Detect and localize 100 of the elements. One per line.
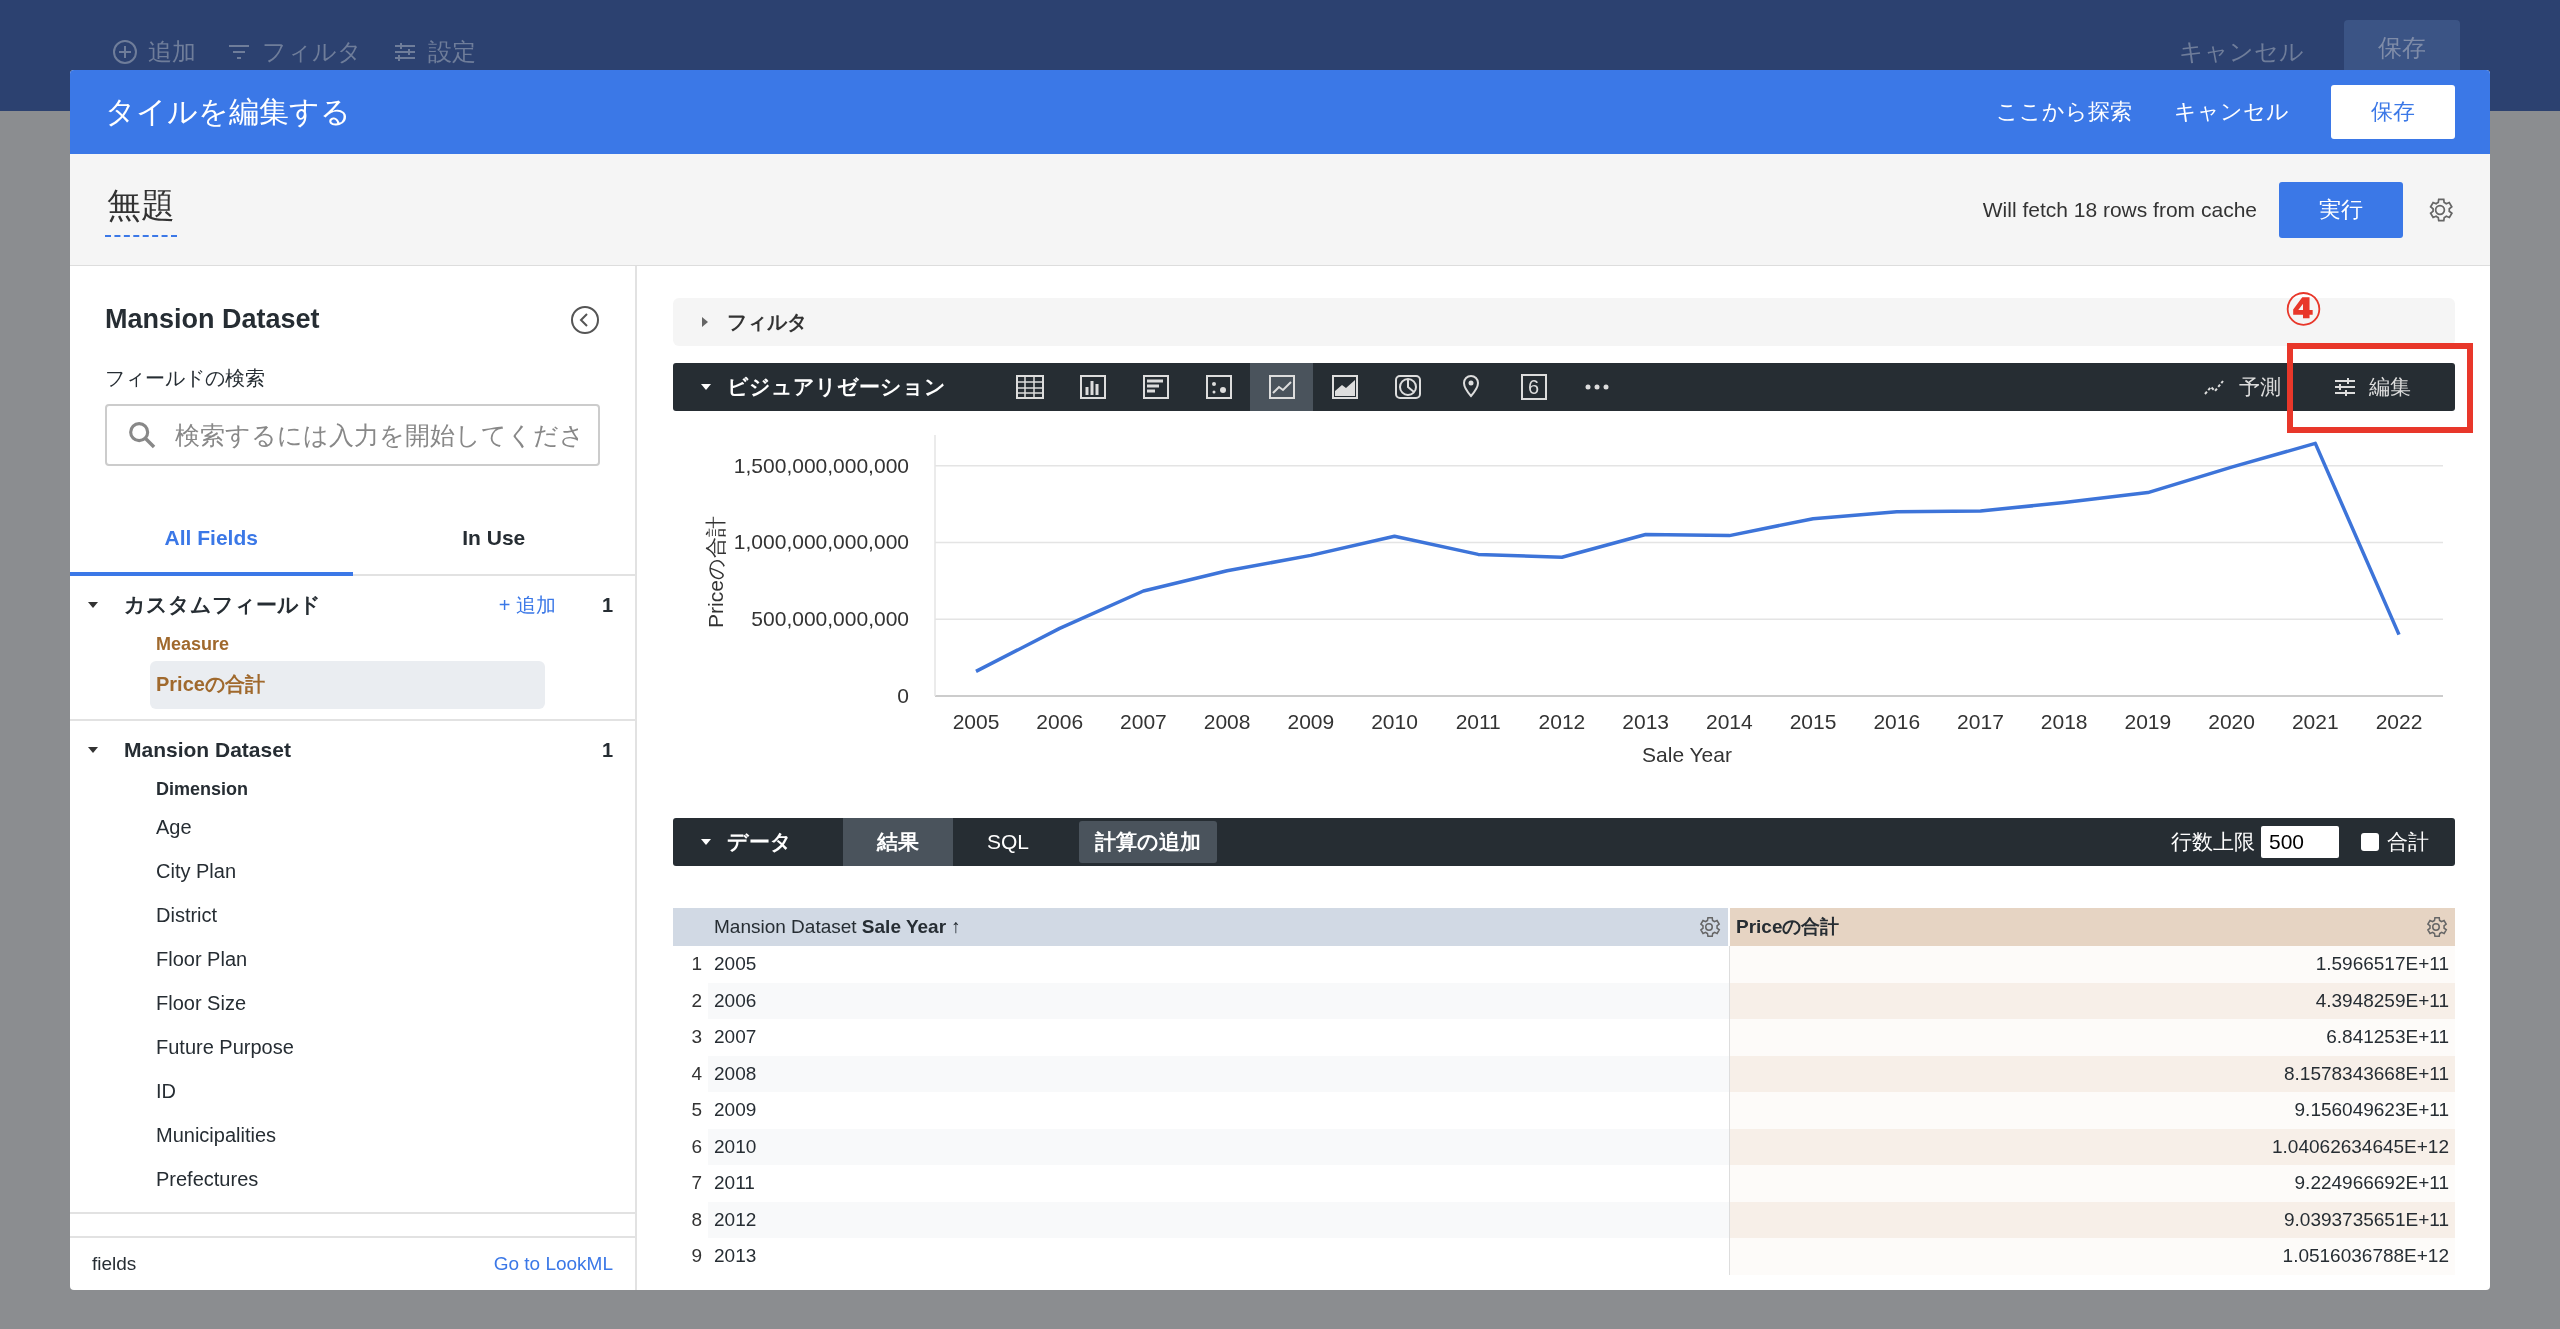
field-item[interactable]: Age [70,806,635,850]
field-item[interactable]: City Plan [70,850,635,894]
table-icon [1014,373,1045,401]
row-number: 4 [690,1062,703,1085]
table-cell: 2012 [708,1201,1730,1238]
field-count: 1 [601,593,613,617]
dialog-title: タイルを編集する [105,93,351,130]
x-tick-label: 2020 [2208,710,2255,733]
x-tick-label: 2017 [1957,710,2004,733]
sidebar-title: Mansion Dataset [105,304,320,335]
forecast-button[interactable]: 予測 [2177,373,2307,401]
field-item[interactable]: District [70,894,635,938]
x-tick-label: 2014 [1706,710,1753,733]
table-cell: 1.04062634645E+12 [1730,1128,2455,1165]
row-number: 8 [690,1208,703,1231]
y-tick-label: 1,500,000,000,000 [733,453,909,477]
table-cell: 9.0393735651E+11 [1730,1201,2455,1238]
scatter-chart-icon [1204,373,1233,401]
field-item[interactable]: Floor Size [70,982,635,1026]
totals-checkbox[interactable]: 合計 [2361,828,2429,856]
cache-note: Will fetch 18 rows from cache [1982,197,2257,222]
y-tick-label: 1,000,000,000,000 [733,530,909,554]
x-tick-label: 2007 [1120,710,1167,733]
row-limit-label: 行数上限 [2171,829,2255,855]
y-tick-label: 500,000,000,000 [751,607,909,631]
chart-type-button[interactable] [1250,363,1313,411]
x-tick-label: 2005 [952,710,1000,733]
row-number: 6 [690,1135,703,1158]
add-icon [112,39,138,65]
row-number: 7 [690,1172,703,1195]
save-button[interactable]: 保存 [2331,85,2455,139]
x-tick-label: 2008 [1203,710,1251,733]
y-tick-label: 0 [897,684,909,707]
x-tick-label: 2006 [1036,710,1084,733]
row-limit-field[interactable]: 500 [2261,826,2339,858]
field-item[interactable]: Municipalities [70,1114,635,1158]
row-number: 5 [690,1099,703,1122]
pie-chart-icon [1393,373,1422,401]
field-item[interactable]: Priceの合計 [150,661,545,709]
row-number: 2 [690,989,703,1012]
field-item[interactable]: Floor Plan [70,938,635,982]
field-count: 1 [601,738,613,762]
area-chart-icon [1330,373,1359,401]
add-link[interactable]: + 追加 [498,591,556,619]
column-title: Mansion Dataset Sale Year ↑ [714,916,961,938]
field-item[interactable]: Future Purpose [70,1026,635,1070]
lookml-link[interactable]: Go to LookML [493,1253,613,1275]
column-header[interactable]: Priceの合計 [1730,908,2455,946]
x-tick-label: 2013 [1622,710,1669,733]
y-axis-title: Priceの合計 [704,516,727,628]
table-cell: 2006 [708,982,1730,1019]
footer-label: fields [92,1253,137,1275]
field-item[interactable]: Prefectures [70,1158,635,1202]
explore-link[interactable]: ここから探索 [1996,97,2132,127]
bar-chart-icon [1141,373,1170,401]
column-header[interactable]: Mansion Dataset Sale Year ↑ [708,908,1730,946]
table-cell: 9.224966692E+11 [1730,1165,2455,1202]
data-toggle[interactable]: データ [673,828,843,856]
search-label: フィールドの検索 [105,366,266,391]
table-cell: 4.3948259E+11 [1730,982,2455,1019]
row-number: 1 [690,953,703,976]
collapse-icon[interactable] [570,304,600,335]
visualization-toggle[interactable]: ビジュアリゼーション [673,373,998,401]
table-cell: 6.841253E+11 [1730,1019,2455,1056]
header-corner [673,908,708,946]
data-tab[interactable]: SQL [953,818,1064,866]
x-tick-label: 2021 [2291,710,2339,733]
group-heading: Measure [155,633,231,656]
data-tab[interactable]: 結果 [843,818,953,866]
group-heading: Dimension [155,778,249,801]
x-tick-label: 2016 [1873,710,1921,733]
field-item[interactable]: ID [70,1070,635,1114]
x-tick-label: 2022 [2375,710,2423,733]
filter-toggle[interactable]: フィルタ [699,308,807,336]
section-title[interactable]: カスタムフィールド [124,591,499,619]
table-cell: 1.0516036788E+12 [1730,1238,2455,1275]
field-tab[interactable]: All Fields [70,510,353,576]
table-cell: 9.156049623E+11 [1730,1092,2455,1129]
table-cell: 2010 [708,1128,1730,1165]
column-chart-icon [1078,373,1107,401]
field-tab[interactable]: In Use [352,510,635,576]
sliders-icon [2333,376,2357,398]
line-chart-icon [1267,373,1296,401]
row-number: 9 [690,1245,703,1268]
section-title[interactable]: Mansion Dataset [124,738,602,762]
x-tick-label: 2011 [1455,710,1501,733]
cancel-link[interactable]: キャンセル [2174,97,2289,127]
row-number: 3 [690,1026,703,1049]
table-cell: 1.5966517E+11 [1730,946,2455,983]
add-calculation-button[interactable]: 計算の追加 [1079,821,1218,863]
tile-title-field[interactable]: 無題 [105,182,177,237]
table-cell: 2008 [708,1055,1730,1092]
run-button[interactable]: 実行 [2279,181,2403,238]
annotation-number: ④ [2284,286,2323,332]
x-tick-label: 2019 [2124,710,2172,733]
x-tick-label: 2009 [1287,710,1335,733]
x-tick-label: 2012 [1538,710,1586,733]
single-value-button[interactable]: 6 [1502,363,1565,411]
edit-button[interactable]: 編集 [2307,373,2455,401]
x-axis-title: Sale Year [1642,743,1732,766]
